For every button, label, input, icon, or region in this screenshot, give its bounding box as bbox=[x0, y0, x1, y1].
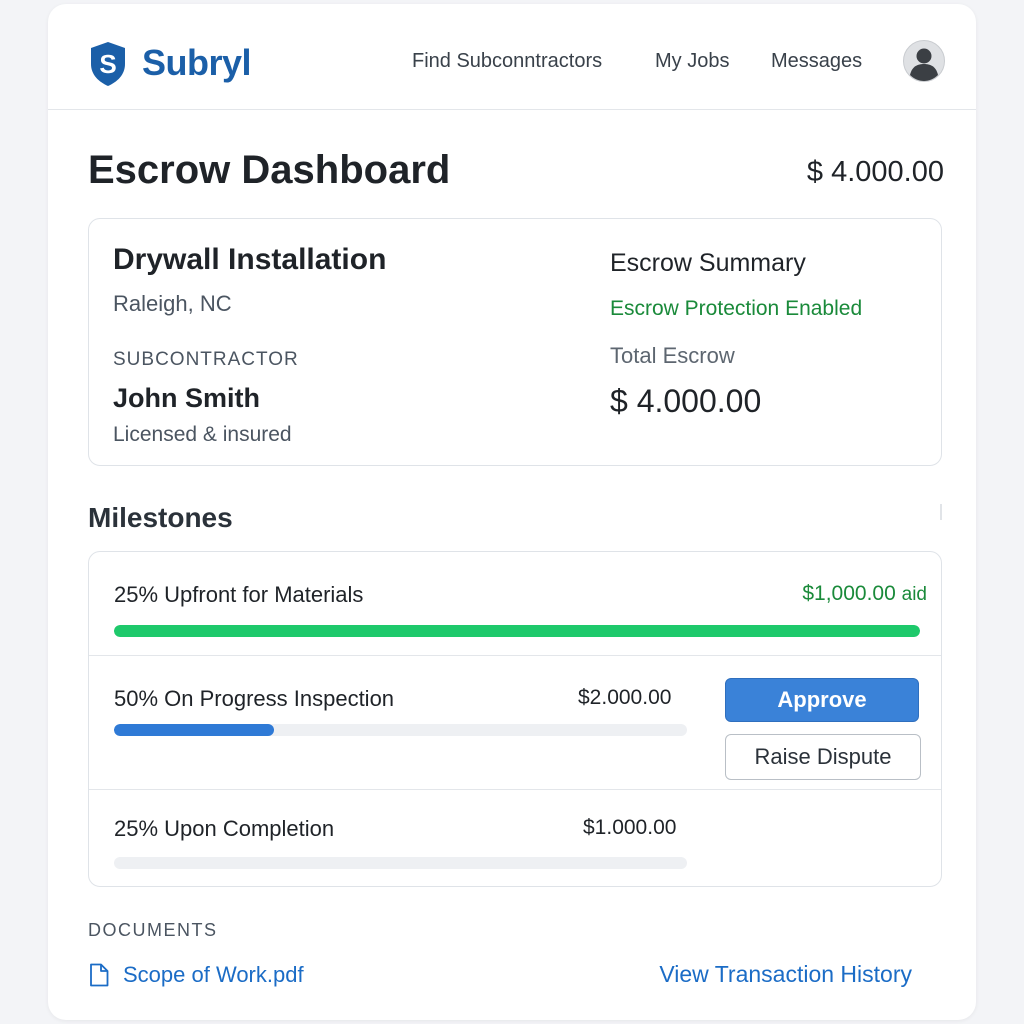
job-location: Raleigh, NC bbox=[113, 291, 232, 316]
milestone-label: 25% Upfront for Materials bbox=[114, 582, 364, 607]
top-navigation-bar: S Subryl Find Subconntractors My Jobs Me… bbox=[48, 4, 976, 110]
milestone-progress-track bbox=[114, 724, 687, 736]
nav-find-subcontractors[interactable]: Find Subconntractors bbox=[412, 50, 602, 73]
milestones-title: Milestones bbox=[88, 502, 233, 533]
milestone-row: 25% Upon Completion $1.000.00 bbox=[89, 790, 941, 886]
subcontractor-note: Licensed & insured bbox=[113, 423, 292, 446]
milestones-card: 25% Upfront for Materials $1,000.00 aid … bbox=[88, 551, 942, 887]
shield-s-icon[interactable]: S bbox=[88, 40, 128, 88]
approve-button[interactable]: Approve bbox=[725, 678, 919, 722]
total-escrow-value: $ 4.000.00 bbox=[610, 383, 762, 419]
raise-dispute-button[interactable]: Raise Dispute bbox=[725, 734, 921, 780]
document-icon bbox=[90, 963, 109, 987]
subcontractor-name: John Smith bbox=[113, 383, 260, 413]
brand-name[interactable]: Subryl bbox=[142, 42, 252, 84]
milestone-label: 25% Upon Completion bbox=[114, 816, 335, 841]
milestone-amount: $2.000.00 bbox=[578, 686, 672, 709]
total-escrow-label: Total Escrow bbox=[610, 343, 735, 368]
milestone-row: 25% Upfront for Materials $1,000.00 aid bbox=[89, 552, 941, 656]
milestone-label: 50% On Progress Inspection bbox=[114, 686, 395, 711]
header-total-amount: $ 4.000.00 bbox=[806, 156, 944, 188]
milestone-status: aid bbox=[901, 584, 927, 605]
job-details-card: Drywall Installation Raleigh, NC SUBCONT… bbox=[88, 218, 942, 466]
nav-messages[interactable]: Messages bbox=[771, 50, 862, 73]
milestone-amount: $1.000.00 bbox=[583, 816, 677, 839]
dashboard-card: S Subryl Find Subconntractors My Jobs Me… bbox=[48, 4, 976, 1020]
milestone-row: 50% On Progress Inspection $2.000.00 App… bbox=[89, 656, 941, 790]
escrow-protection-status: Escrow Protection Enabled bbox=[610, 297, 863, 320]
subcontractor-label: SUBCONTRACTOR bbox=[113, 349, 299, 370]
documents-label: DOCUMENTS bbox=[88, 920, 218, 940]
user-avatar-icon[interactable] bbox=[903, 40, 945, 82]
page-title: Escrow Dashboard bbox=[88, 148, 451, 192]
milestone-progress-fill bbox=[114, 724, 275, 736]
document-file-name: Scope of Work.pdf bbox=[123, 962, 304, 987]
escrow-summary-title: Escrow Summary bbox=[610, 249, 806, 277]
job-title: Drywall Installation bbox=[113, 243, 387, 276]
nav-my-jobs[interactable]: My Jobs bbox=[655, 50, 729, 73]
divider-mark bbox=[940, 504, 942, 520]
milestone-progress-fill bbox=[114, 625, 920, 637]
scope-of-work-link[interactable]: Scope of Work.pdf bbox=[88, 960, 304, 990]
milestone-amount: $1,000.00 aid bbox=[802, 582, 927, 606]
view-transaction-history-link[interactable]: View Transaction History bbox=[659, 961, 912, 988]
milestone-amount-value: $1,000.00 bbox=[802, 582, 896, 605]
milestone-progress-track bbox=[114, 857, 687, 869]
milestone-progress-track bbox=[114, 625, 920, 637]
svg-text:S: S bbox=[99, 49, 116, 79]
